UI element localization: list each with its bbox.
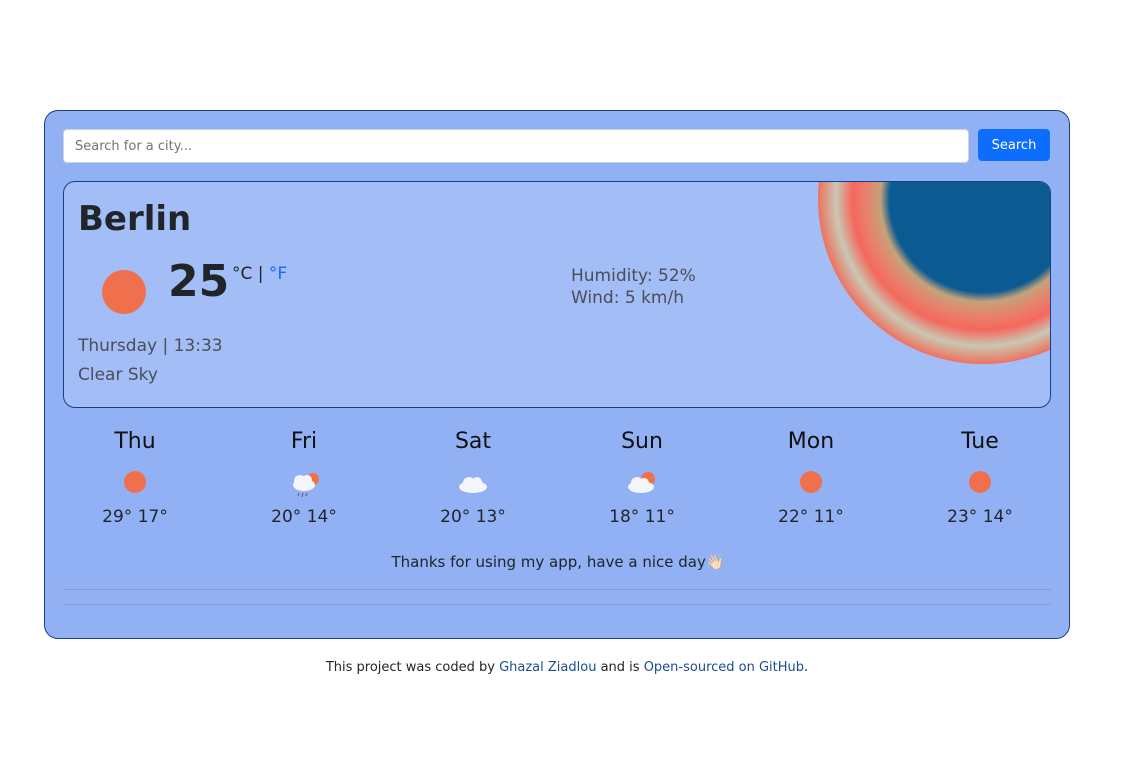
current-temperature: 25 [168,256,230,307]
sun-icon [751,469,871,501]
forecast-temps: 20° 14° [271,507,337,527]
footer: This project was coded by Ghazal Ziadlou… [0,660,1134,675]
forecast-day: Sat 20° 13° [413,429,533,527]
humidity: Humidity: 52% [571,266,696,286]
forecast-day: Sun 18° 11° [582,429,702,527]
forecast-day-name: Thu [114,429,156,454]
divider [63,589,1051,590]
sun-icon [75,469,195,501]
forecast-day: Fri 20° 14° [244,429,364,527]
unit-separator: | [252,264,269,284]
divider [63,604,1051,605]
forecast: Thu 29° 17° Fri 20° 14° Sat 20° 13° Sun … [45,429,1071,539]
forecast-day-name: Sat [454,429,492,454]
github-link[interactable]: Open-sourced on GitHub [644,660,804,675]
unit-toggle: °C | °F [232,264,287,284]
footer-text: and is [596,660,644,675]
forecast-day-name: Mon [787,429,835,454]
date-time: Thursday | 13:33 [78,336,223,356]
search-form: Search [63,129,1051,163]
city-name: Berlin [78,199,192,239]
forecast-temps: 20° 13° [440,507,506,527]
rain-cloud-sun-icon [244,469,364,501]
forecast-day-name: Fri [290,429,318,454]
sun-icon [102,270,146,314]
forecast-temps: 29° 17° [102,507,168,527]
search-button[interactable]: Search [978,129,1050,161]
forecast-day: Thu 29° 17° [75,429,195,527]
current-weather-card: Berlin 25 °C | °F Thursday | 13:33 Clear… [63,181,1051,408]
cloud-icon [413,469,533,501]
decorative-sun-icon [818,182,1050,364]
footer-text: This project was coded by [325,660,500,675]
forecast-day: Tue 23° 14° [920,429,1040,527]
forecast-temps: 23° 14° [947,507,1013,527]
fahrenheit-link[interactable]: °F [269,264,287,284]
cloud-sun-icon [582,469,702,501]
forecast-day-name: Sun [621,429,663,454]
weather-description: Clear Sky [78,365,158,385]
footer-text: . [804,660,809,675]
author-link[interactable]: Ghazal Ziadlou [499,660,596,675]
forecast-day-name: Tue [961,429,999,454]
weather-app: Search Berlin 25 °C | °F Thursday | 13:3… [44,110,1070,639]
forecast-temps: 18° 11° [609,507,675,527]
forecast-temps: 22° 11° [778,507,844,527]
celsius-unit[interactable]: °C [232,264,252,284]
weather-details: Humidity: 52% Wind: 5 km/h [571,265,696,309]
forecast-day: Mon 22° 11° [751,429,871,527]
search-input[interactable] [63,129,969,163]
wind: Wind: 5 km/h [571,288,684,308]
sun-icon [920,469,1040,501]
thanks-message: Thanks for using my app, have a nice day… [391,553,725,571]
